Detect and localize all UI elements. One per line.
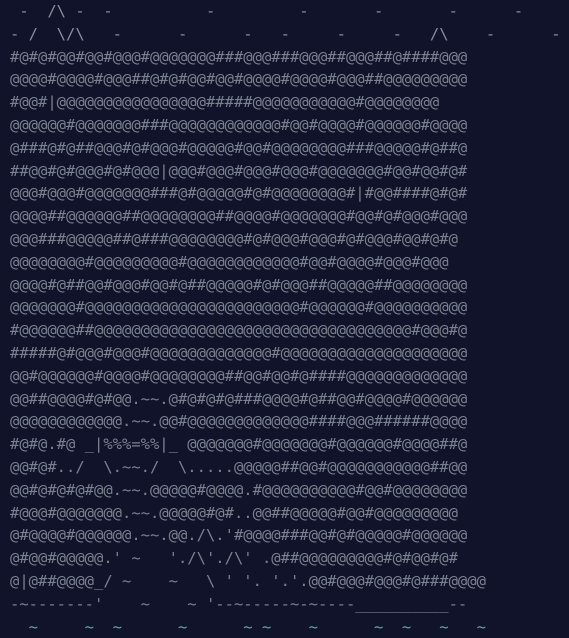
art-line-rock-1: #@#@#@@#@@#@@@#@@@@@@@###@@@###@@@##@@@#… (10, 47, 468, 66)
art-line-waterfall-1: @@##@@@@#@#@@.~~.@#@#@#@###@@@@#@##@@#@@… (10, 389, 468, 408)
art-line-rock-13: #@@@@@@##@@@@@@@@@@@@@@@@@@@@@@@@@@@@@@@… (10, 321, 468, 340)
art-line-rock-12: @@@@@@@#@@@@@@@@@@@@@@@@@@@@@@@#@@@@@@#@… (10, 298, 468, 317)
art-line-rock-9: @@@###@@@@@##@###@@@@@@@@#@#@@@#@@@#@#@@… (10, 229, 458, 248)
art-line-rock-14: #####@#@@@#@@@#@@@@@@@@@@@@@#@@@@@@@@@@@… (10, 343, 468, 362)
art-line-rock-15: @@#@@@@@@#@@@@#@@@@@@@@##@@#@@#@####@@@@… (10, 366, 468, 385)
art-line-rock-10: @@@@@@@@#@@@@@@@@@#@@@@@@@@@@@@#@@#@@@@#… (10, 252, 449, 271)
art-line-rock-8: @@@@##@@@@@@##@@@@@@@@##@@@@#@@@@@@@#@@#… (10, 207, 468, 226)
art-line-rock-2: @@@@#@@@@#@@@##@#@#@@#@@#@@@@#@@@@#@@@##… (10, 70, 468, 89)
art-line-sky-1: - /\ - - - - - - - (10, 2, 524, 20)
art-line-waterfall-3: #@#@.#@ _|%%%=%%|_ @@@@@@@#@@@@@@@#@@@@@… (10, 435, 468, 454)
art-line-waterfall-4: @@#@#../ \.~~./ \.....@@@@@##@@#@@@@@@@@… (10, 457, 468, 476)
art-line-rock-7: @@@#@@@#@@@@@@@###@#@@@@@#@#@@@@@@@@#|#@… (10, 184, 468, 203)
art-line-rock-6: ##@@#@#@@@#@#@@@|@@@#@@@#@@@#@@@#@@@@@@@… (10, 161, 468, 180)
art-line-waterfall-7: @#@@@@#@@@@@@.~~.@@./\.'#@@@@###@@#@#@@@… (10, 526, 468, 545)
art-line-waterfall-5: @@#@#@#@#@@.~~.@@@@@#@@@@.#@@@@@@@@@@#@@… (10, 480, 468, 499)
art-line-waterfall-6: #@@@#@@@@@@@.~~.@@@@@#@#..@@##@@@@@#@@#@… (10, 503, 458, 522)
art-line-rock-11: @@@@#@##@@#@@@#@@#@##@@@@@#@#@@@##@@@@@#… (10, 275, 468, 294)
art-line-rock-4: @@@@@@#@@@@@@@###@@@@@@@@@@@@#@@#@@@@#@@… (10, 115, 468, 134)
art-line-waterfall-8: @#@@#@@@@@.' ~ './\'./\' .@##@@@@@@@@@#@… (10, 549, 458, 568)
ascii-art-canvas: - /\ - - - - - - - - / \/\ - - - - - - /\… (10, 0, 561, 638)
art-line-rock-5: @###@#@##@@@#@#@@@#@@@@@#@@#@@@@@@@@###@… (10, 138, 468, 157)
art-line-waterfall-2: @@@@@@@@@@@@.~~.@@#@@@@@@@@@@@@@####@@@#… (10, 412, 468, 431)
art-line-shore-1: @|@##@@@@_/ ~ ~ \ ' '. '.'.@@#@@@#@@@#@#… (10, 571, 486, 590)
art-line-shore-2: -~-------' ~ ~ '--~-----~-~----_________… (10, 594, 468, 613)
art-line-rock-3: #@@#|@@@@@@@@@@@@@@@@#####@@@@@@@@@@@#@@… (10, 93, 440, 112)
art-line-sky-2: - / \/\ - - - - - - /\ - - (10, 24, 561, 43)
